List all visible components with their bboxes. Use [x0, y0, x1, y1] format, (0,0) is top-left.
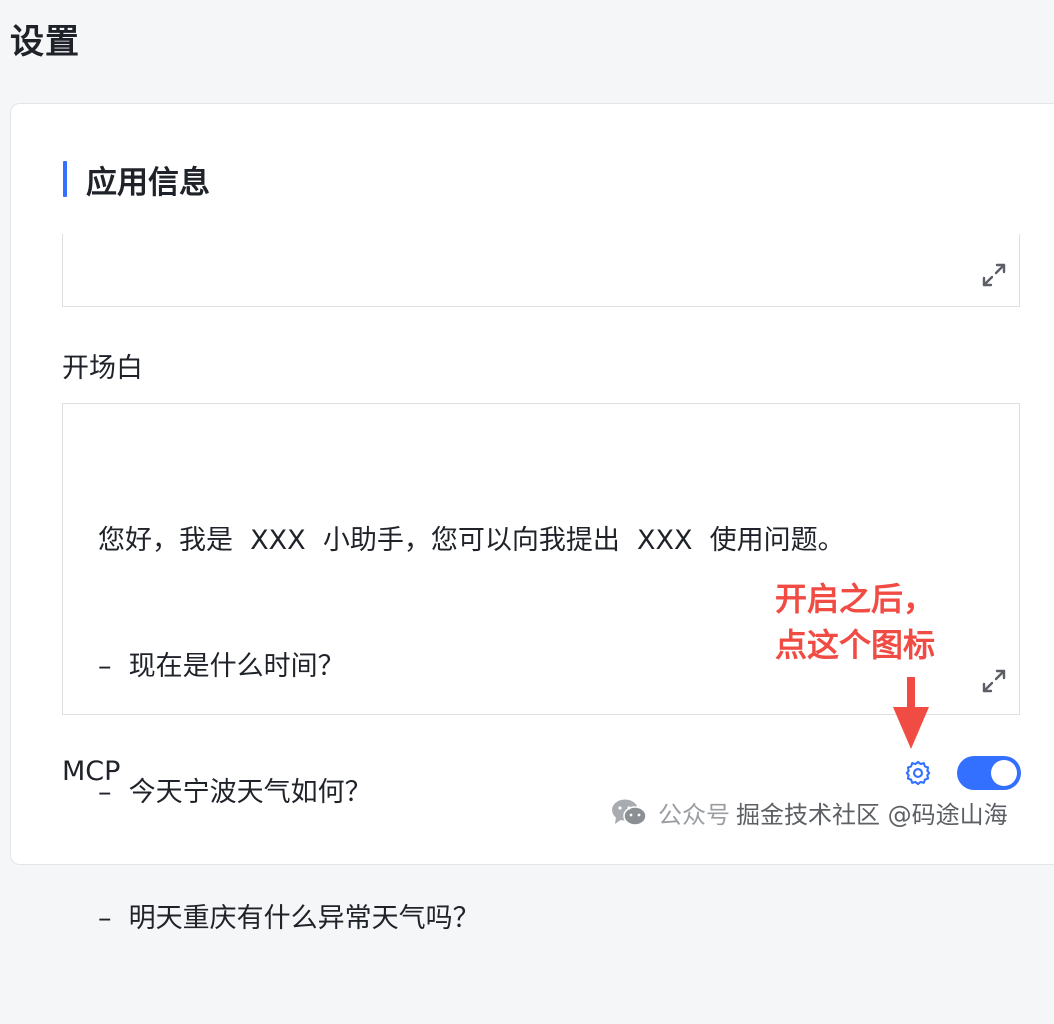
- annotation-line: 点这个图标: [775, 626, 936, 664]
- watermark: 公众号 掘金技术社区 @码途山海: [610, 795, 1008, 830]
- arrow-down-icon: [893, 677, 929, 749]
- expand-icon[interactable]: [979, 666, 1009, 696]
- opening-line: – 现在是什么时间？: [98, 651, 345, 682]
- description-textarea[interactable]: [62, 234, 1020, 307]
- mcp-label: MCP: [62, 756, 121, 787]
- opening-textarea[interactable]: 您好，我是 XXX 小助手，您可以向我提出 XXX 使用问题。 – 现在是什么时…: [62, 403, 1020, 934]
- watermark-wechat-label: 公众号: [658, 801, 730, 829]
- opening-label: 开场白: [62, 353, 143, 384]
- expand-icon[interactable]: [979, 260, 1009, 290]
- gear-icon[interactable]: [904, 759, 932, 787]
- mcp-toggle[interactable]: [957, 756, 1021, 790]
- section-accent-bar: [63, 161, 67, 197]
- opening-line: – 明天重庆有什么异常天气吗？: [98, 903, 480, 934]
- page-title: 设置: [10, 22, 80, 62]
- toggle-knob: [991, 760, 1017, 786]
- annotation-line: 开启之后，: [775, 580, 936, 618]
- opening-line: 您好，我是 XXX 小助手，您可以向我提出 XXX 使用问题。: [98, 525, 845, 556]
- settings-card: 应用信息 开场白 您好，我是 XXX 小助手，您可以向我提出 XXX 使用问题。…: [10, 103, 1054, 934]
- section-title: 应用信息: [86, 164, 210, 201]
- opening-text: 您好，我是 XXX 小助手，您可以向我提出 XXX 使用问题。 – 现在是什么时…: [98, 436, 845, 1024]
- annotation-note: 开启之后， 点这个图标: [775, 576, 935, 668]
- watermark-text: 掘金技术社区 @码途山海: [736, 801, 1008, 829]
- section-header: 应用信息: [63, 160, 210, 201]
- wechat-icon: [612, 799, 647, 826]
